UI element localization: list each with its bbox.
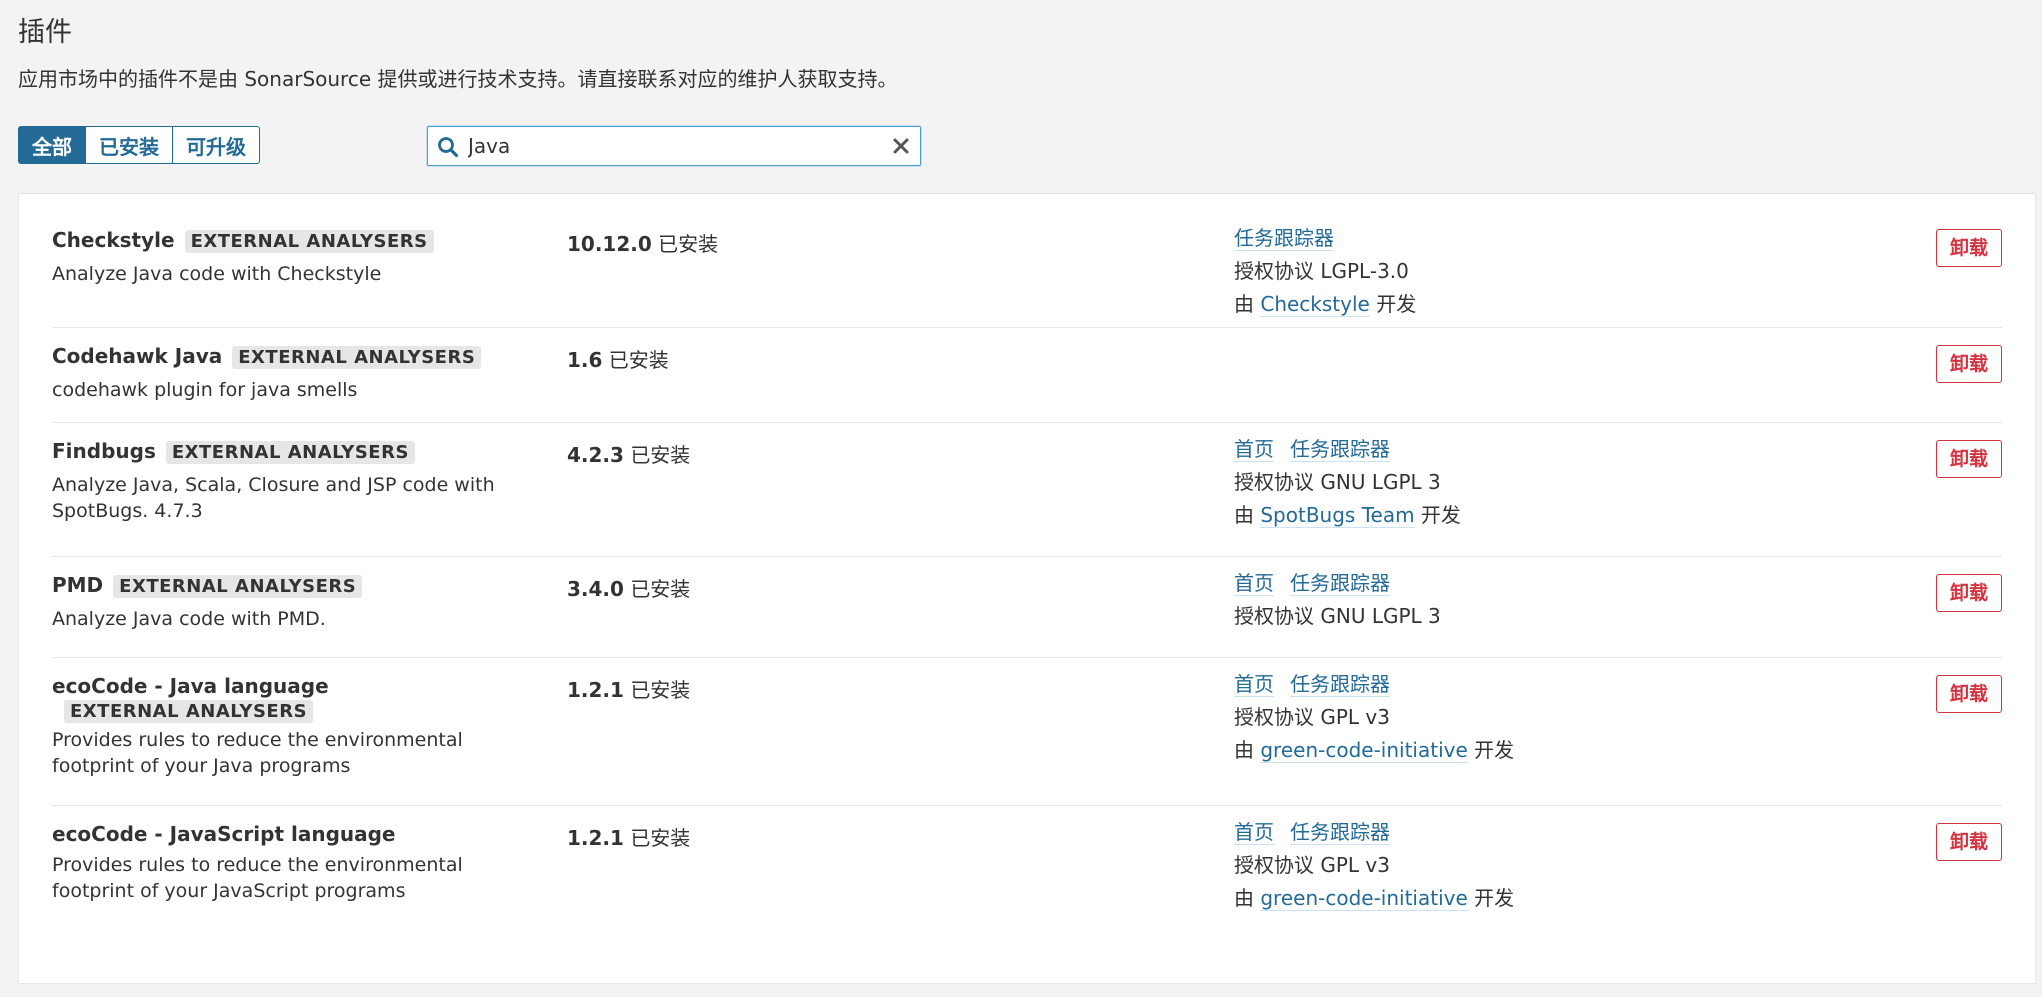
issue-tracker-link[interactable]: 任务跟踪器 <box>1290 672 1390 697</box>
license-text: 授权协议 GNU LGPL 3 <box>1234 470 1441 494</box>
plugin-description: Analyze Java, Scala, Closure and JSP cod… <box>52 474 495 522</box>
plugin-description: Analyze Java code with PMD. <box>52 608 326 630</box>
plugin-version: 4.2.3 已安装 <box>567 443 691 467</box>
plugin-description: codehawk plugin for java smells <box>52 379 358 401</box>
plugin-row-checkstyle: Checkstyle EXTERNAL ANALYSERS Analyze Jav… <box>52 216 2002 328</box>
plugin-links: 任务跟踪器 授权协议 LGPL-3.0 由 Checkstyle 开发 <box>1234 222 1416 321</box>
plugin-name: Checkstyle <box>52 228 175 252</box>
license-text: 授权协议 GNU LGPL 3 <box>1234 604 1441 628</box>
search-icon <box>438 137 459 158</box>
filter-all-button[interactable]: 全部 <box>18 126 86 164</box>
plugin-links: 首页 任务跟踪器 授权协议 GNU LGPL 3 <box>1234 567 1441 633</box>
license-text: 授权协议 LGPL-3.0 <box>1234 259 1409 283</box>
uninstall-button[interactable]: 卸载 <box>1935 229 2002 267</box>
organization-link[interactable]: Checkstyle <box>1260 292 1370 317</box>
plugin-links: 首页 任务跟踪器 授权协议 GNU LGPL 3 由 SpotBugs Team … <box>1234 433 1461 532</box>
close-icon[interactable] <box>890 135 912 157</box>
plugin-info: Codehawk Java EXTERNAL ANALYSERS codehawk… <box>52 344 552 403</box>
issue-tracker-link[interactable]: 任务跟踪器 <box>1290 437 1390 462</box>
plugin-info: PMD EXTERNAL ANALYSERS Analyze Java code … <box>52 573 552 632</box>
plugin-row-codehawk-java: Codehawk Java EXTERNAL ANALYSERS codehawk… <box>52 328 2002 423</box>
plugin-info: ecoCode - JavaScript language Provides r… <box>52 822 552 904</box>
homepage-link[interactable]: 首页 <box>1234 672 1274 697</box>
plugin-row-ecocode-java: ecoCode - Java language EXTERNAL ANALYSE… <box>52 658 2002 806</box>
plugin-info: Findbugs EXTERNAL ANALYSERS Analyze Java,… <box>52 439 552 524</box>
plugin-name: Findbugs <box>52 439 156 463</box>
developer-text: 由 green-code-initiative 开发 <box>1234 738 1515 763</box>
category-badge: EXTERNAL ANALYSERS <box>232 346 482 369</box>
page-title: 插件 <box>18 17 72 48</box>
plugin-name: ecoCode - Java language <box>52 674 329 698</box>
homepage-link[interactable]: 首页 <box>1234 571 1274 596</box>
filter-updates-button[interactable]: 可升级 <box>172 126 260 164</box>
license-text: 授权协议 GPL v3 <box>1234 853 1390 877</box>
marketplace-page: 插件 应用市场中的插件不是由 SonarSource 提供或进行技术支持。请直接… <box>0 0 2042 997</box>
issue-tracker-link[interactable]: 任务跟踪器 <box>1290 820 1390 845</box>
plugin-info: ecoCode - Java language EXTERNAL ANALYSE… <box>52 674 552 779</box>
plugin-description: Analyze Java code with Checkstyle <box>52 263 382 285</box>
plugin-version: 10.12.0 已安装 <box>567 232 719 256</box>
plugin-links: 首页 任务跟踪器 授权协议 GPL v3 由 green-code-initiat… <box>1234 668 1514 767</box>
plugin-row-findbugs: Findbugs EXTERNAL ANALYSERS Analyze Java,… <box>52 423 2002 557</box>
organization-link[interactable]: green-code-initiative <box>1260 738 1468 763</box>
plugin-version: 3.4.0 已安装 <box>567 577 691 601</box>
plugin-version: 1.2.1 已安装 <box>567 826 691 850</box>
homepage-link[interactable]: 首页 <box>1234 820 1274 845</box>
filter-installed-button[interactable]: 已安装 <box>85 126 173 164</box>
uninstall-button[interactable]: 卸载 <box>1935 675 2002 713</box>
support-notice: 应用市场中的插件不是由 SonarSource 提供或进行技术支持。请直接联系对… <box>18 67 898 91</box>
plugin-description: Provides rules to reduce the environment… <box>52 729 463 777</box>
plugin-version: 1.2.1 已安装 <box>567 678 691 702</box>
license-text: 授权协议 GPL v3 <box>1234 705 1390 729</box>
search-box <box>427 126 921 166</box>
plugin-version: 1.6 已安装 <box>567 348 669 372</box>
category-badge: EXTERNAL ANALYSERS <box>64 700 314 723</box>
plugin-links: 首页 任务跟踪器 授权协议 GPL v3 由 green-code-initiat… <box>1234 816 1514 915</box>
plugin-row-ecocode-javascript: ecoCode - JavaScript language Provides r… <box>52 806 2002 956</box>
category-badge: EXTERNAL ANALYSERS <box>165 441 415 464</box>
plugin-list: Checkstyle EXTERNAL ANALYSERS Analyze Jav… <box>52 216 2002 956</box>
issue-tracker-link[interactable]: 任务跟踪器 <box>1234 226 1334 251</box>
plugin-name: ecoCode - JavaScript language <box>52 822 396 846</box>
developer-text: 由 Checkstyle 开发 <box>1234 292 1417 317</box>
plugin-filter-group: 全部 已安装 可升级 <box>18 126 260 164</box>
uninstall-button[interactable]: 卸载 <box>1935 345 2002 383</box>
organization-link[interactable]: SpotBugs Team <box>1260 503 1415 528</box>
category-badge: EXTERNAL ANALYSERS <box>184 230 434 253</box>
search-input[interactable] <box>468 132 868 160</box>
homepage-link[interactable]: 首页 <box>1234 437 1274 462</box>
developer-text: 由 SpotBugs Team 开发 <box>1234 503 1461 528</box>
plugin-name: PMD <box>52 573 104 597</box>
plugin-row-pmd: PMD EXTERNAL ANALYSERS Analyze Java code … <box>52 557 2002 658</box>
plugin-list-panel: Checkstyle EXTERNAL ANALYSERS Analyze Jav… <box>18 193 2036 984</box>
plugin-info: Checkstyle EXTERNAL ANALYSERS Analyze Jav… <box>52 228 552 287</box>
issue-tracker-link[interactable]: 任务跟踪器 <box>1290 571 1390 596</box>
uninstall-button[interactable]: 卸载 <box>1935 823 2002 861</box>
uninstall-button[interactable]: 卸载 <box>1935 440 2002 478</box>
uninstall-button[interactable]: 卸载 <box>1935 574 2002 612</box>
plugin-name: Codehawk Java <box>52 344 223 368</box>
category-badge: EXTERNAL ANALYSERS <box>113 575 363 598</box>
organization-link[interactable]: green-code-initiative <box>1260 886 1468 911</box>
plugin-description: Provides rules to reduce the environment… <box>52 854 463 902</box>
developer-text: 由 green-code-initiative 开发 <box>1234 886 1515 911</box>
